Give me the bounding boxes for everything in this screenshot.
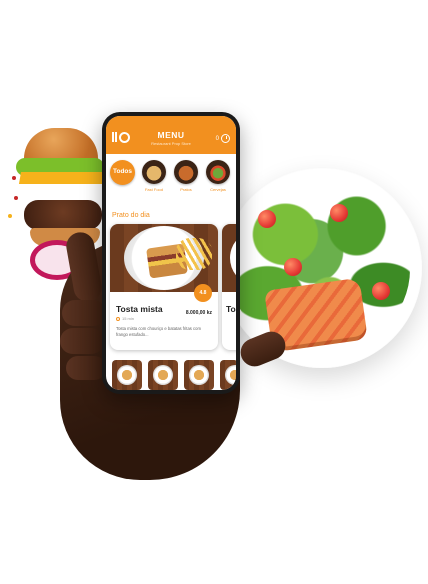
dish-name: To: [226, 304, 236, 314]
clock-icon: [116, 316, 120, 321]
category-fast-food[interactable]: Fast Food: [142, 160, 166, 192]
dish-name: Tosta mista: [116, 304, 163, 314]
app-header: MENU Restaurant Prop Store 0: [106, 116, 236, 154]
dish-thumbnail[interactable]: [184, 360, 214, 390]
category-list: Todos Fast Food Pratos Cervejas: [110, 160, 234, 196]
cart-icon: [221, 134, 230, 143]
category-cervejas[interactable]: Cervejas: [206, 160, 230, 192]
tomato-icon: [372, 282, 390, 300]
dish-image: [110, 224, 218, 292]
dish-description: Tosta mista com chouriço e batatas frita…: [116, 326, 201, 337]
pratos-image: [174, 160, 198, 184]
dish-thumbnail[interactable]: [112, 360, 142, 390]
category-pratos[interactable]: Pratos: [174, 160, 198, 192]
dish-plate: [124, 226, 212, 290]
finger: [62, 300, 106, 326]
cart-button[interactable]: 0: [216, 134, 230, 143]
category-todos[interactable]: Todos: [110, 160, 135, 185]
crumb: [14, 196, 18, 200]
dish-card[interactable]: 4.8 Tosta mista 8.000,00 kz 15 min Tosta…: [110, 224, 218, 350]
tomato-icon: [330, 204, 348, 222]
cervejas-image: [206, 160, 230, 184]
cart-count: 0: [215, 135, 219, 142]
crumb: [12, 176, 16, 180]
promo-illustration: MENU Restaurant Prop Store 0 Todos Fast …: [0, 0, 428, 584]
tomato-icon: [284, 258, 302, 276]
dish-image: [222, 224, 236, 292]
category-label: Todos: [112, 168, 132, 175]
fries-image: [176, 238, 212, 270]
crumb: [8, 214, 12, 218]
dish-time-text: 15 min: [122, 316, 135, 321]
dish-card-next[interactable]: To: [222, 224, 236, 350]
finger: [60, 328, 104, 354]
dish-time: 15 min: [116, 316, 134, 321]
rating-badge: 4.8: [194, 284, 212, 302]
tomato-icon: [258, 210, 276, 228]
finger: [66, 356, 106, 380]
dish-thumbnail[interactable]: [148, 360, 178, 390]
fast-food-image: [142, 160, 166, 184]
burger-cheese: [18, 172, 106, 184]
category-label: Cervejas: [210, 187, 226, 192]
burger-patty: [24, 200, 102, 230]
dish-thumbnail[interactable]: [220, 360, 236, 390]
phone-screen: MENU Restaurant Prop Store 0 Todos Fast …: [106, 116, 236, 390]
dish-price: 8.000,00 kz: [185, 310, 212, 316]
section-title: Prato do dia: [112, 212, 150, 219]
category-label: Fast Food: [144, 187, 163, 192]
dish-thumbnail-row: [108, 360, 236, 390]
category-label: Pratos: [180, 187, 192, 192]
